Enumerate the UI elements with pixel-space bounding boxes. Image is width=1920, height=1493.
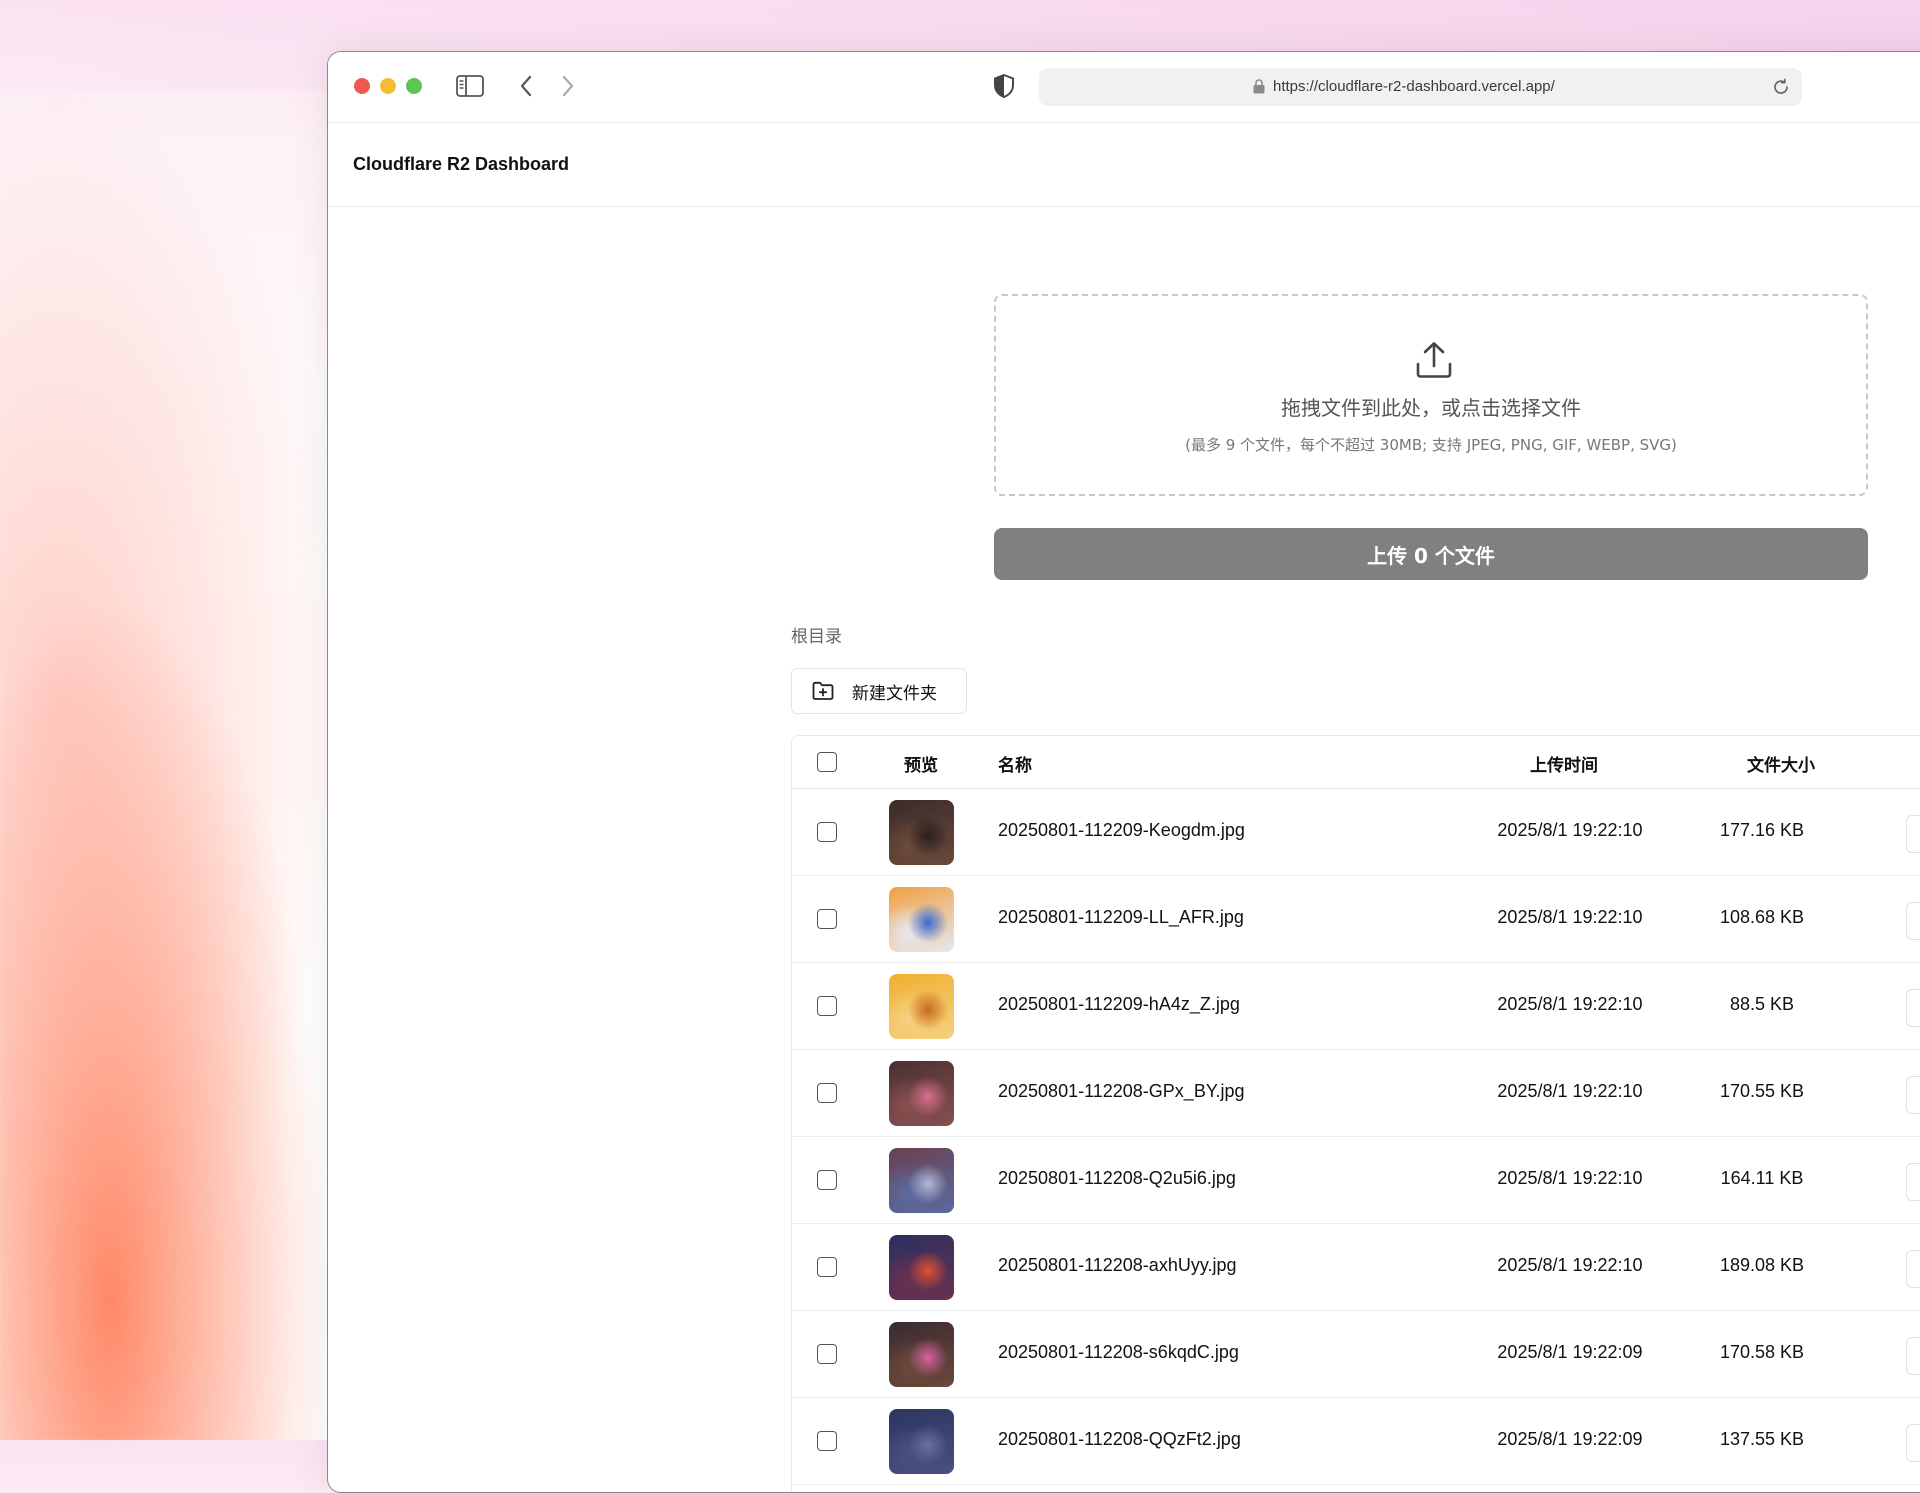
reload-icon[interactable] <box>1772 78 1790 96</box>
file-size: 164.11 KB <box>1720 1168 1804 1188</box>
close-window-button[interactable] <box>354 78 370 94</box>
file-thumbnail[interactable] <box>889 887 954 952</box>
table-header: 预览 名称 上传时间 文件大小 <box>792 736 1920 789</box>
file-size: 189.08 KB <box>1719 1255 1805 1275</box>
file-thumbnail[interactable] <box>889 1409 954 1474</box>
url-text: https://cloudflare-r2-dashboard.vercel.a… <box>1273 78 1555 95</box>
table-row[interactable]: 20250801-112208-GPx_BY.jpg 2025/8/1 19:22… <box>792 1050 1920 1137</box>
row-checkbox[interactable] <box>817 1344 837 1364</box>
privacy-shield-icon[interactable] <box>992 72 1016 100</box>
app-title: Cloudflare R2 Dashboard <box>353 154 570 174</box>
header-file-size[interactable]: 文件大小 <box>1747 751 1815 776</box>
back-arrow-icon[interactable] <box>516 72 536 100</box>
file-thumbnail[interactable] <box>889 974 954 1039</box>
row-checkbox[interactable] <box>817 1170 837 1190</box>
file-size: 170.58 KB <box>1719 1342 1805 1362</box>
table-body: 20250801-112209-Keogdm.jpg 2025/8/1 19:22… <box>792 789 1920 1485</box>
file-thumbnail[interactable] <box>889 1061 954 1126</box>
file-thumbnail[interactable] <box>889 1322 954 1387</box>
file-name[interactable]: 20250801-112209-LL_AFR.jpg <box>998 907 1244 928</box>
table-row[interactable]: 20250801-112208-QQzFt2.jpg 2025/8/1 19:22… <box>792 1398 1920 1485</box>
browser-toolbar: https://cloudflare-r2-dashboard.vercel.a… <box>328 52 1920 123</box>
file-size: 177.16 KB <box>1719 820 1805 840</box>
table-row[interactable]: 20250801-112209-hA4z_Z.jpg 2025/8/1 19:22… <box>792 963 1920 1050</box>
file-table: 预览 名称 上传时间 文件大小 20250801-112209-Keogdm.j… <box>791 735 1920 1492</box>
upload-time: 2025/8/1 19:22:09 <box>1497 1342 1643 1362</box>
file-thumbnail[interactable] <box>889 1148 954 1213</box>
address-bar[interactable]: https://cloudflare-r2-dashboard.vercel.a… <box>1039 68 1802 106</box>
row-action-button[interactable] <box>1906 1337 1920 1375</box>
file-size: 88.5 KB <box>1729 994 1795 1014</box>
row-checkbox[interactable] <box>817 1083 837 1103</box>
row-checkbox[interactable] <box>817 1431 837 1451</box>
table-row[interactable]: 20250801-112208-axhUyy.jpg 2025/8/1 19:22… <box>792 1224 1920 1311</box>
file-name[interactable]: 20250801-112208-Q2u5i6.jpg <box>998 1168 1236 1189</box>
file-name[interactable]: 20250801-112208-GPx_BY.jpg <box>998 1081 1245 1102</box>
file-thumbnail[interactable] <box>889 800 954 865</box>
header-name[interactable]: 名称 <box>998 751 1032 776</box>
forward-arrow-icon[interactable] <box>558 72 578 100</box>
dropzone-hint: (最多 9 个文件，每个不超过 30MB; 支持 JPEG, PNG, GIF,… <box>1185 436 1677 454</box>
header-upload-time[interactable]: 上传时间 <box>1530 751 1598 776</box>
upload-button[interactable]: 上传 0 个文件 <box>994 528 1868 580</box>
table-row[interactable]: 20250801-112209-LL_AFR.jpg 2025/8/1 19:22… <box>792 876 1920 963</box>
upload-time: 2025/8/1 19:22:10 <box>1497 1168 1643 1188</box>
upload-time: 2025/8/1 19:22:10 <box>1497 1255 1643 1275</box>
row-checkbox[interactable] <box>817 1257 837 1277</box>
upload-time: 2025/8/1 19:22:10 <box>1497 820 1643 840</box>
row-action-button[interactable] <box>1906 815 1920 853</box>
minimize-window-button[interactable] <box>380 78 396 94</box>
upload-icon <box>1416 342 1452 378</box>
row-checkbox[interactable] <box>817 909 837 929</box>
file-name[interactable]: 20250801-112209-hA4z_Z.jpg <box>998 994 1240 1015</box>
select-all-checkbox[interactable] <box>817 752 837 772</box>
row-checkbox[interactable] <box>817 822 837 842</box>
app-header: Cloudflare R2 Dashboard <box>328 122 1920 207</box>
file-name[interactable]: 20250801-112208-s6kqdC.jpg <box>998 1342 1239 1363</box>
file-size: 170.55 KB <box>1719 1081 1805 1101</box>
row-action-button[interactable] <box>1906 1163 1920 1201</box>
sidebar-toggle-icon[interactable] <box>456 74 484 98</box>
new-folder-label: 新建文件夹 <box>852 683 937 704</box>
upload-time: 2025/8/1 19:22:10 <box>1497 994 1643 1014</box>
row-action-button[interactable] <box>1906 1250 1920 1288</box>
upload-time: 2025/8/1 19:22:10 <box>1497 907 1643 927</box>
file-dropzone[interactable]: 拖拽文件到此处，或点击选择文件 (最多 9 个文件，每个不超过 30MB; 支持… <box>994 294 1868 496</box>
upload-time: 2025/8/1 19:22:10 <box>1497 1081 1643 1101</box>
file-thumbnail[interactable] <box>889 1235 954 1300</box>
row-action-button[interactable] <box>1906 1076 1920 1114</box>
zoom-window-button[interactable] <box>406 78 422 94</box>
folder-plus-icon <box>812 681 834 700</box>
row-action-button[interactable] <box>1906 1424 1920 1462</box>
table-row[interactable]: 20250801-112208-Q2u5i6.jpg 2025/8/1 19:22… <box>792 1137 1920 1224</box>
file-size: 108.68 KB <box>1719 907 1805 927</box>
new-folder-button[interactable]: 新建文件夹 <box>791 668 967 714</box>
file-name[interactable]: 20250801-112208-axhUyy.jpg <box>998 1255 1237 1276</box>
lock-icon <box>1253 79 1265 94</box>
file-name[interactable]: 20250801-112209-Keogdm.jpg <box>998 820 1245 841</box>
browser-window: https://cloudflare-r2-dashboard.vercel.a… <box>327 51 1920 1493</box>
row-checkbox[interactable] <box>817 996 837 1016</box>
table-row[interactable]: 20250801-112209-Keogdm.jpg 2025/8/1 19:22… <box>792 789 1920 876</box>
dropzone-title: 拖拽文件到此处，或点击选择文件 <box>1281 396 1581 420</box>
row-action-button[interactable] <box>1906 902 1920 940</box>
table-row[interactable]: 20250801-112208-s6kqdC.jpg 2025/8/1 19:22… <box>792 1311 1920 1398</box>
header-preview: 预览 <box>904 756 938 776</box>
row-action-button[interactable] <box>1906 989 1920 1027</box>
breadcrumb[interactable]: 根目录 <box>791 622 842 647</box>
